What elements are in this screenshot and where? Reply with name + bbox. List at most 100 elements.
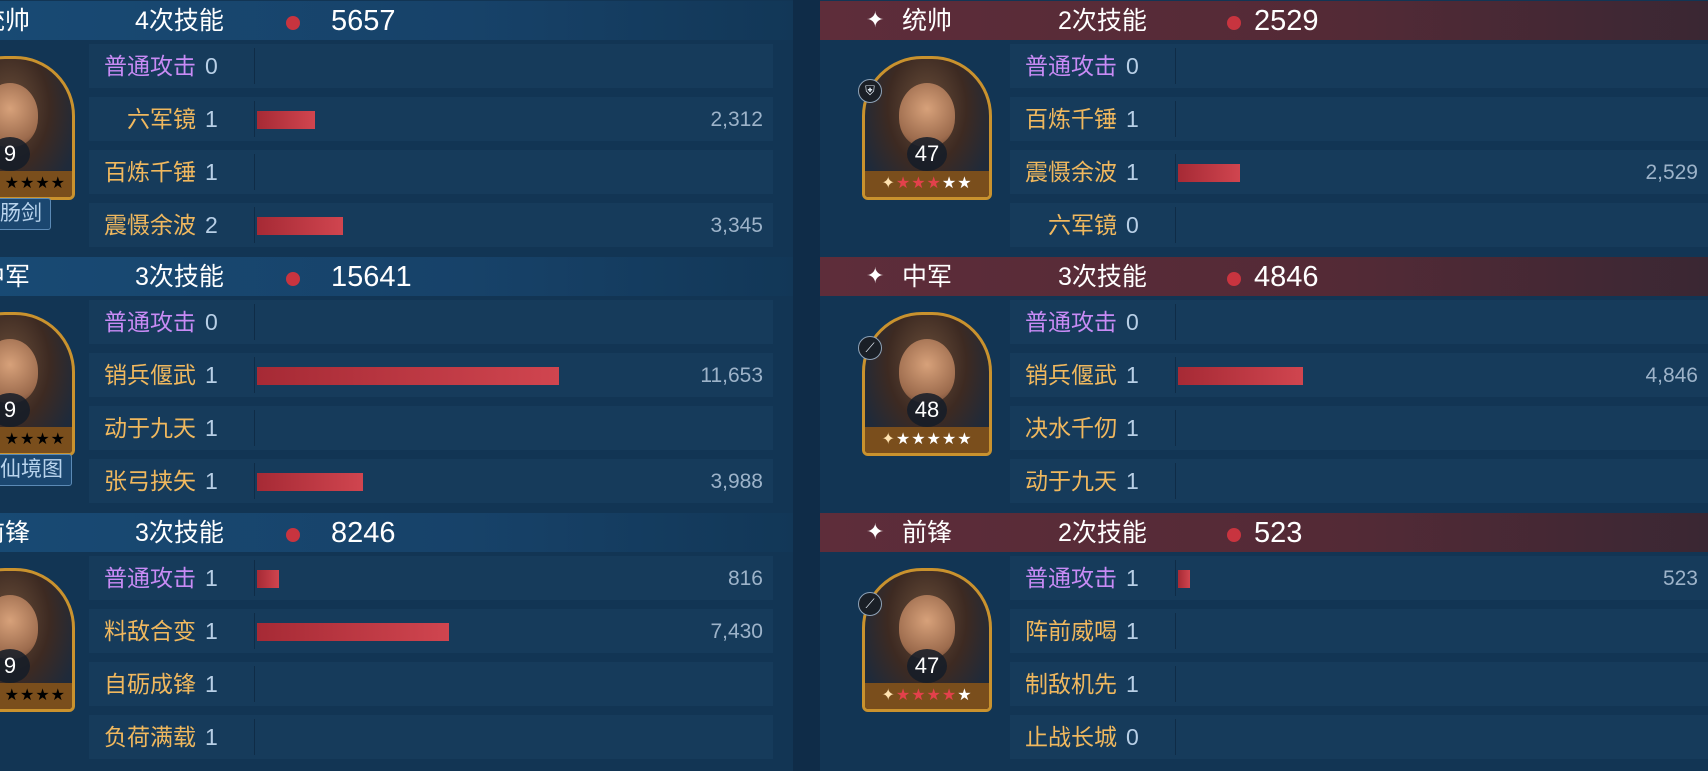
hero-portrait[interactable]: 9 ★★★★	[0, 568, 75, 712]
row-divider	[254, 304, 255, 340]
skill-name: 六军镜	[1048, 212, 1117, 238]
skill-row[interactable]: 普通攻击 0	[89, 300, 773, 344]
section-header: 统帅 4次技能 5657	[0, 1, 793, 40]
section-header: 中军 3次技能 15641	[0, 257, 793, 296]
total-damage-value: 2529	[1254, 5, 1319, 37]
hero-portrait[interactable]: 48 ✦★★★★★	[862, 312, 992, 456]
skill-name: 销兵偃武	[104, 362, 196, 388]
total-damage-value: 4846	[1254, 261, 1319, 293]
skill-row[interactable]: 普通攻击 0	[89, 44, 773, 88]
skill-row[interactable]: 六军镜 0	[1010, 203, 1708, 247]
skill-row[interactable]: 销兵偃武 1 4,846	[1010, 353, 1708, 397]
skill-row[interactable]: 动于九天 1	[89, 406, 773, 450]
row-divider	[254, 560, 255, 596]
hero-portrait[interactable]: 47 ✦★★★★★	[862, 56, 992, 200]
skill-name: 震慑余波	[104, 212, 196, 238]
skill-name: 百炼千锤	[1025, 106, 1117, 132]
skill-row[interactable]: 自砺成锋 1	[89, 662, 773, 706]
star-icon: ★	[957, 687, 973, 704]
skill-damage-value: 816	[727, 567, 763, 590]
skill-row[interactable]: 普通攻击 1 523	[1010, 556, 1708, 600]
hero-role-label: 统帅	[902, 7, 953, 35]
skill-row[interactable]: 负荷满载 1	[89, 715, 773, 759]
skill-cast-count: 2	[205, 212, 218, 238]
hero-level: 47	[907, 649, 947, 683]
skill-row[interactable]: 止战长城 0	[1010, 715, 1708, 759]
treasure-tag[interactable]: 鱼肠剑	[0, 198, 51, 230]
skill-cast-count: 1	[205, 618, 218, 644]
hero-section: 中军 3次技能 15641 9★★★★源仙境图 普通攻击 0 销兵偃武 1 11,653 动于九天…	[0, 256, 793, 512]
normal-attack-name: 普通攻击	[104, 565, 196, 591]
hero-portrait[interactable]: 9 ★★★★	[0, 312, 75, 456]
skill-cast-count: 1	[1126, 565, 1139, 591]
skill-row[interactable]: 普通攻击 0	[1010, 300, 1708, 344]
red-dot-icon	[1227, 272, 1241, 286]
row-divider	[254, 357, 255, 393]
skill-row[interactable]: 阵前威喝 1	[1010, 609, 1708, 653]
skill-row[interactable]: 震慑余波 2 3,345	[89, 203, 773, 247]
skill-name: 六军镜	[127, 106, 196, 132]
damage-bar	[257, 570, 279, 588]
damage-bar	[257, 367, 559, 385]
skill-name: 动于九天	[1025, 468, 1117, 494]
skill-count-label: 2次技能	[1058, 519, 1147, 547]
hero-portrait[interactable]: 9 ★★★★	[0, 56, 75, 200]
treasure-tag[interactable]: 源仙境图	[0, 454, 72, 486]
red-dot-icon	[286, 272, 300, 286]
section-header: ✦ 前锋 2次技能 523	[820, 513, 1708, 552]
skill-name: 决水千仞	[1025, 415, 1117, 441]
row-divider	[1175, 410, 1176, 446]
skill-count-label: 3次技能	[135, 519, 224, 547]
skill-row[interactable]: 决水千仞 1	[1010, 406, 1708, 450]
skill-cast-count: 1	[205, 724, 218, 750]
hero-role-label: 统帅	[0, 7, 31, 35]
column-divider	[793, 0, 820, 771]
star-rating: ✦★★★★★	[865, 171, 989, 197]
hero-section: 前锋3次技能82469★★★★普通攻击1816料敌合变17,430自砺成锋1负荷…	[0, 512, 793, 768]
skill-name: 负荷满载	[104, 724, 196, 750]
hero-section: 统帅 4次技能 5657 9★★★★鱼肠剑 普通攻击 0 六军镜 1 2,312 百炼千锤 1 震慑余…	[0, 0, 793, 256]
hero-role-label: 中军	[0, 263, 31, 291]
total-damage-value: 5657	[331, 5, 396, 37]
star-icon: ★	[895, 175, 912, 192]
red-dot-icon	[286, 16, 300, 30]
skill-name: 阵前威喝	[1025, 618, 1117, 644]
skill-row[interactable]: 动于九天 1	[1010, 459, 1708, 503]
row-divider	[1175, 304, 1176, 340]
star-icon: ★	[911, 431, 927, 448]
skill-row[interactable]: 制敌机先 1	[1010, 662, 1708, 706]
damage-bar	[257, 111, 315, 129]
total-damage-value: 15641	[331, 261, 412, 293]
sparkle-icon: ✦	[866, 7, 885, 32]
section-header: ✦ 中军 3次技能 4846	[820, 257, 1708, 296]
skill-name: 动于九天	[104, 415, 196, 441]
star-badge-icon: ✦	[881, 687, 896, 704]
skill-cast-count: 1	[205, 468, 218, 494]
row-divider	[1175, 719, 1176, 755]
skill-row[interactable]: 销兵偃武 1 11,653	[89, 353, 773, 397]
skill-name: 震慑余波	[1025, 159, 1117, 185]
row-divider	[1175, 101, 1176, 137]
star-icon: ★	[957, 175, 973, 192]
skill-row[interactable]: 普通攻击 0	[1010, 44, 1708, 88]
skill-row[interactable]: 百炼千锤 1	[1010, 97, 1708, 141]
row-divider	[254, 101, 255, 137]
skill-row[interactable]: 料敌合变 1 7,430	[89, 609, 773, 653]
skill-row[interactable]: 普通攻击 1 816	[89, 556, 773, 600]
normal-attack-name: 普通攻击	[1025, 309, 1117, 335]
skill-row[interactable]: 六军镜 1 2,312	[89, 97, 773, 141]
skill-cast-count: 1	[1126, 106, 1139, 132]
hero-level: 48	[907, 393, 947, 427]
star-rating: ★★★★	[0, 683, 72, 709]
row-divider	[1175, 357, 1176, 393]
star-icon: ★	[926, 687, 942, 704]
hero-portrait[interactable]: 47 ✦★★★★★	[862, 568, 992, 712]
skill-name: 料敌合变	[104, 618, 196, 644]
row-divider	[1175, 207, 1176, 243]
hero-role-label: 前锋	[0, 519, 31, 547]
red-dot-icon	[1227, 16, 1241, 30]
skill-row[interactable]: 百炼千锤 1	[89, 150, 773, 194]
skill-row[interactable]: 震慑余波 1 2,529	[1010, 150, 1708, 194]
skill-row[interactable]: 张弓挟矢 1 3,988	[89, 459, 773, 503]
damage-bar	[257, 473, 363, 491]
